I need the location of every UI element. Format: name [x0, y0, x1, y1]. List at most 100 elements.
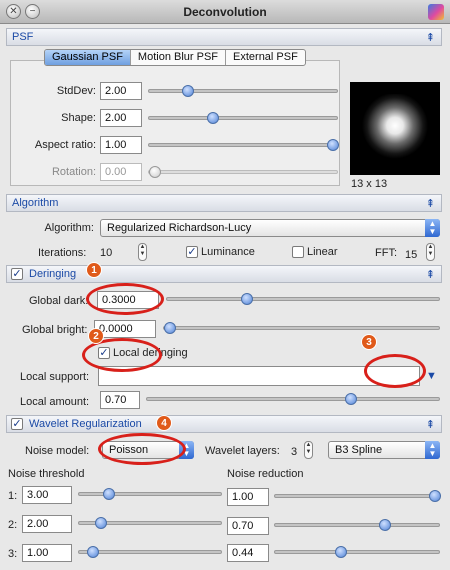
slider-knob[interactable] — [241, 293, 253, 305]
noise-model-value: Poisson — [109, 444, 149, 456]
slider-knob[interactable] — [335, 546, 347, 558]
local-deringing-label: Local deringing — [113, 347, 188, 359]
layer-3-reduction-slider[interactable] — [274, 546, 440, 558]
shape-slider[interactable] — [148, 112, 338, 124]
deringing-checkbox[interactable]: ✓ — [11, 268, 23, 280]
window-title: Deconvolution — [183, 5, 267, 19]
tab-motion-blur-psf[interactable]: Motion Blur PSF — [131, 50, 227, 65]
section-header-wavelet[interactable]: ✓ Wavelet Regularization ⇞ — [6, 415, 442, 433]
layer-3-reduction-field[interactable]: 0.44 — [227, 544, 269, 562]
algorithm-value: Regularized Richardson-Lucy — [107, 222, 252, 234]
noise-model-select[interactable]: Poisson ▲ ▼ — [102, 441, 194, 459]
layer-3-label: 3: — [8, 548, 18, 560]
luminance-label: Luminance — [201, 246, 255, 258]
collapse-icon[interactable]: ⇞ — [426, 268, 435, 281]
stddev-slider[interactable] — [148, 85, 338, 97]
tab-gaussian-psf[interactable]: Gaussian PSF — [45, 50, 131, 65]
slider-knob[interactable] — [95, 517, 107, 529]
annotation-marker: 4 — [156, 415, 172, 431]
psf-preview-image — [350, 82, 440, 175]
global-dark-label: Global dark: — [29, 295, 89, 307]
rotation-label: Rotation: — [51, 166, 96, 178]
layer-1-threshold-field[interactable]: 3.00 — [22, 486, 72, 504]
slider-knob[interactable] — [103, 488, 115, 500]
section-title: Deringing — [29, 268, 77, 280]
chevron-down-icon: ▲ ▼ — [425, 219, 440, 237]
aspect-ratio-field[interactable]: 1.00 — [100, 136, 142, 154]
stddev-field[interactable]: 2.00 — [100, 82, 142, 100]
local-support-field[interactable] — [98, 366, 420, 386]
collapse-icon[interactable]: ⇞ — [426, 31, 435, 44]
slider-knob[interactable] — [87, 546, 99, 558]
layer-1-reduction-slider[interactable] — [274, 490, 441, 502]
local-amount-slider[interactable] — [146, 393, 440, 405]
local-amount-label: Local amount: — [20, 396, 90, 408]
fft-stepper[interactable]: ▲ ▼ — [426, 243, 435, 261]
layer-2-reduction-field[interactable]: 0.70 — [227, 517, 269, 535]
layer-2-threshold-field[interactable]: 2.00 — [22, 515, 72, 533]
local-support-label: Local support: — [20, 371, 90, 383]
linear-checkbox[interactable] — [292, 246, 304, 258]
local-amount-field[interactable]: 0.70 — [100, 391, 140, 409]
layer-3-threshold-slider[interactable] — [78, 546, 222, 558]
iterations-label: Iterations: — [38, 247, 87, 259]
shape-field[interactable]: 2.00 — [100, 109, 142, 127]
aspect-ratio-label: Aspect ratio: — [34, 139, 96, 151]
iterations-stepper[interactable]: ▲ ▼ — [138, 243, 147, 261]
noise-reduction-header: Noise reduction — [227, 468, 304, 480]
algorithm-select[interactable]: Regularized Richardson-Lucy ▲ ▼ — [100, 219, 440, 237]
slider-knob — [149, 166, 161, 178]
wavelet-checkbox[interactable]: ✓ — [11, 418, 23, 430]
title-bar: ✕ − Deconvolution — [0, 0, 450, 24]
scaling-function-select[interactable]: B3 Spline ▲ ▼ — [328, 441, 440, 459]
slider-knob[interactable] — [207, 112, 219, 124]
global-bright-slider[interactable] — [163, 322, 440, 334]
layer-1-reduction-field[interactable]: 1.00 — [227, 488, 269, 506]
layer-1-threshold-slider[interactable] — [78, 488, 222, 500]
slider-knob[interactable] — [379, 519, 391, 531]
slider-knob[interactable] — [327, 139, 339, 151]
section-header-algorithm[interactable]: Algorithm ⇞ — [6, 194, 442, 212]
fft-label: FFT: — [375, 247, 397, 259]
section-header-psf[interactable]: PSF ⇞ — [6, 28, 442, 46]
global-dark-slider[interactable] — [166, 293, 440, 305]
stddev-label: StdDev: — [56, 85, 96, 97]
wavelet-layers-stepper[interactable]: ▲ ▼ — [304, 441, 313, 459]
collapse-icon[interactable]: ⇞ — [426, 418, 435, 431]
iterations-value[interactable]: 10 — [100, 247, 112, 259]
collapse-icon[interactable]: ⇞ — [426, 197, 435, 210]
slider-knob[interactable] — [429, 490, 441, 502]
rotation-field: 0.00 — [100, 163, 142, 181]
layer-3-threshold-field[interactable]: 1.00 — [22, 544, 72, 562]
annotation-marker: 2 — [88, 328, 104, 344]
local-deringing-checkbox[interactable]: ✓ — [98, 347, 110, 359]
psf-size-label: 13 x 13 — [351, 178, 388, 190]
slider-knob[interactable] — [345, 393, 357, 405]
section-title: Algorithm — [12, 197, 59, 209]
linear-label: Linear — [307, 246, 338, 258]
chevron-down-icon: ▲ ▼ — [425, 441, 440, 459]
annotation-marker: 3 — [361, 334, 377, 350]
layer-1-label: 1: — [8, 490, 18, 502]
fft-value[interactable]: 15 — [405, 249, 417, 261]
layer-2-reduction-slider[interactable] — [274, 519, 440, 531]
global-bright-label: Global bright: — [22, 324, 88, 336]
wavelet-layers-value[interactable]: 3 — [291, 446, 297, 458]
noise-threshold-header: Noise threshold — [8, 468, 85, 480]
tab-external-psf[interactable]: External PSF — [226, 50, 305, 65]
scaling-function-value: B3 Spline — [335, 444, 383, 456]
rotation-slider — [148, 166, 338, 178]
layer-2-threshold-slider[interactable] — [78, 517, 222, 529]
section-header-deringing[interactable]: ✓ Deringing ⇞ — [6, 265, 442, 283]
slider-knob[interactable] — [164, 322, 176, 334]
layer-2-label: 2: — [8, 519, 18, 531]
wavelet-layers-label: Wavelet layers: — [205, 445, 280, 457]
global-dark-field[interactable]: 0.3000 — [97, 291, 159, 309]
slider-knob[interactable] — [182, 85, 194, 97]
algorithm-label: Algorithm: — [44, 222, 94, 234]
chevron-down-icon[interactable]: ▼ — [426, 370, 437, 382]
chevron-down-icon: ▲ ▼ — [179, 441, 194, 459]
aspect-ratio-slider[interactable] — [148, 139, 339, 151]
luminance-checkbox[interactable]: ✓ — [186, 246, 198, 258]
annotation-marker: 1 — [86, 262, 102, 278]
